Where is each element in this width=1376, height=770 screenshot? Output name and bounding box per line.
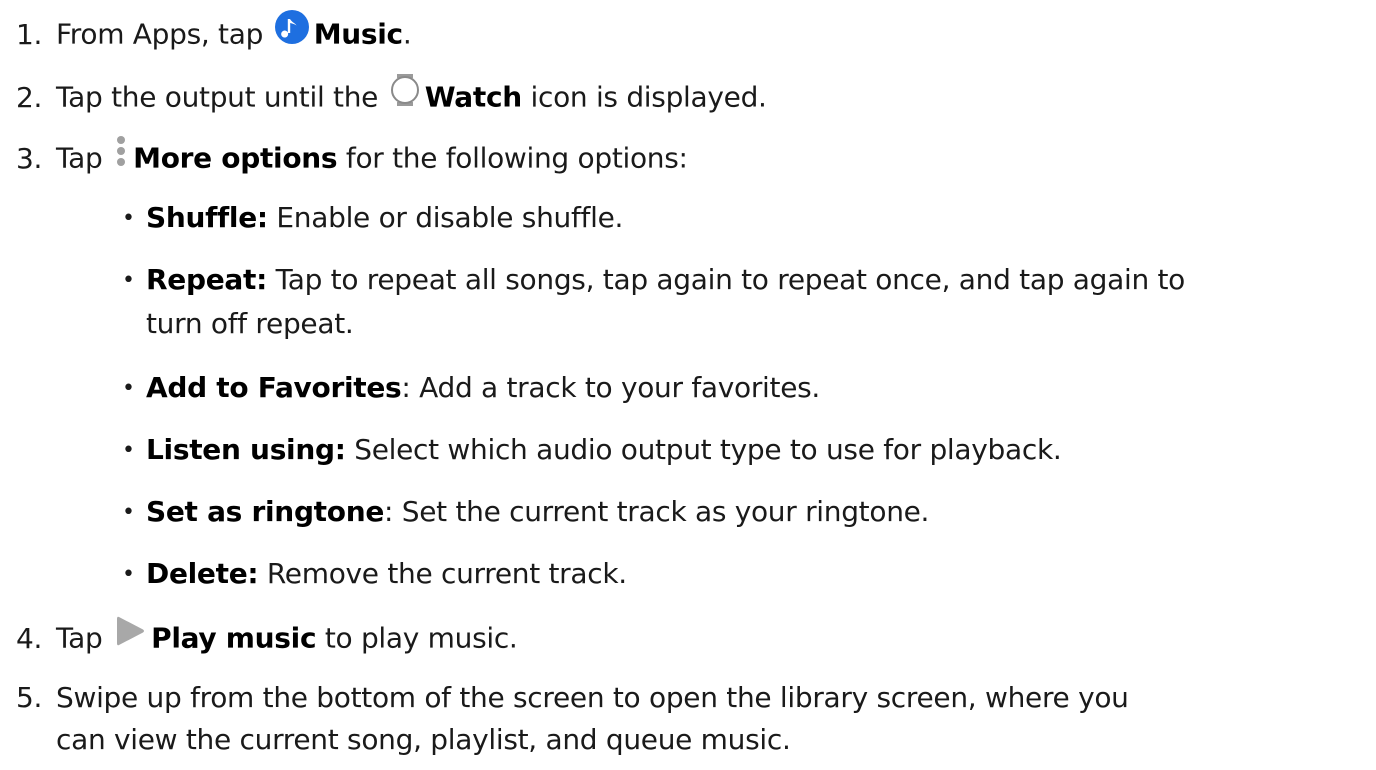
step-2: 2. Tap the output until the Watch icon is… bbox=[16, 74, 767, 123]
option-text: : Set the current track as your ringtone… bbox=[384, 495, 930, 528]
step-text: Tap bbox=[56, 141, 103, 175]
option-label: Set as ringtone bbox=[146, 495, 385, 528]
step-number: 1. bbox=[16, 17, 43, 51]
option-text: Enable or disable shuffle. bbox=[267, 201, 624, 234]
option-label: Shuffle: bbox=[146, 201, 268, 234]
music-label: Music bbox=[313, 17, 403, 51]
option-label: Listen using: bbox=[146, 433, 346, 466]
watch-icon bbox=[389, 71, 421, 120]
option-label: Add to Favorites bbox=[146, 371, 402, 404]
option-label: Delete: bbox=[146, 557, 259, 590]
option-item-listen-using: • Listen using: Select which audio output… bbox=[122, 430, 1062, 471]
step-number: 4. bbox=[16, 621, 43, 655]
play-icon bbox=[113, 613, 147, 660]
option-text-continued: turn off repeat. bbox=[146, 307, 354, 340]
step-text: Tap the output until the bbox=[56, 80, 379, 114]
option-item-delete: • Delete: Remove the current track. bbox=[122, 554, 627, 595]
bullet: • bbox=[122, 562, 135, 587]
step-number: 3. bbox=[16, 141, 43, 175]
option-item-add-to-favorites: • Add to Favorites: Add a track to your f… bbox=[122, 368, 820, 409]
step-1: 1. From Apps, tap Music. bbox=[16, 9, 412, 59]
step-4: 4. Tap Play music to play music. bbox=[16, 616, 518, 663]
step-3: 3. Tap More options for the following opt… bbox=[16, 136, 688, 183]
option-item-set-as-ringtone: • Set as ringtone: Set the current track … bbox=[122, 492, 929, 533]
step-text-end: to play music. bbox=[316, 621, 518, 655]
option-text: : Add a track to your favorites. bbox=[401, 371, 821, 404]
step-number: 2. bbox=[16, 80, 43, 114]
more-options-label: More options bbox=[133, 141, 338, 175]
option-item-shuffle: • Shuffle: Enable or disable shuffle. bbox=[122, 198, 623, 239]
watch-label: Watch bbox=[424, 80, 523, 114]
bullet: • bbox=[122, 438, 135, 463]
step-5-continued: can view the current song, playlist, and… bbox=[56, 723, 791, 756]
step-text-end: . bbox=[402, 17, 412, 51]
step-text: From Apps, tap bbox=[56, 17, 264, 51]
option-label: Repeat: bbox=[146, 263, 267, 296]
bullet: • bbox=[122, 376, 135, 401]
step-text: Swipe up from the bottom of the screen t… bbox=[56, 681, 1129, 714]
step-text-end: icon is displayed. bbox=[521, 80, 767, 114]
step-text-end: for the following options: bbox=[337, 141, 688, 175]
option-item-repeat: • Repeat: Tap to repeat all songs, tap ag… bbox=[122, 260, 1185, 301]
more-options-icon bbox=[113, 133, 129, 180]
option-text: Remove the current track. bbox=[258, 557, 627, 590]
option-text: Tap to repeat all songs, tap again to re… bbox=[266, 263, 1186, 296]
bullet: • bbox=[122, 268, 135, 293]
bullet: • bbox=[122, 206, 135, 231]
step-number: 5. bbox=[16, 681, 43, 714]
option-text: Select which audio output type to use fo… bbox=[345, 433, 1062, 466]
play-music-label: Play music bbox=[151, 621, 317, 655]
instructions-document: 1. From Apps, tap Music. 2. Tap the output… bbox=[0, 0, 1376, 770]
music-app-icon bbox=[274, 9, 310, 56]
step-5: 5. Swipe up from the bottom of the screen… bbox=[16, 678, 1129, 718]
step-text: Tap bbox=[56, 621, 103, 655]
bullet: • bbox=[122, 500, 135, 525]
